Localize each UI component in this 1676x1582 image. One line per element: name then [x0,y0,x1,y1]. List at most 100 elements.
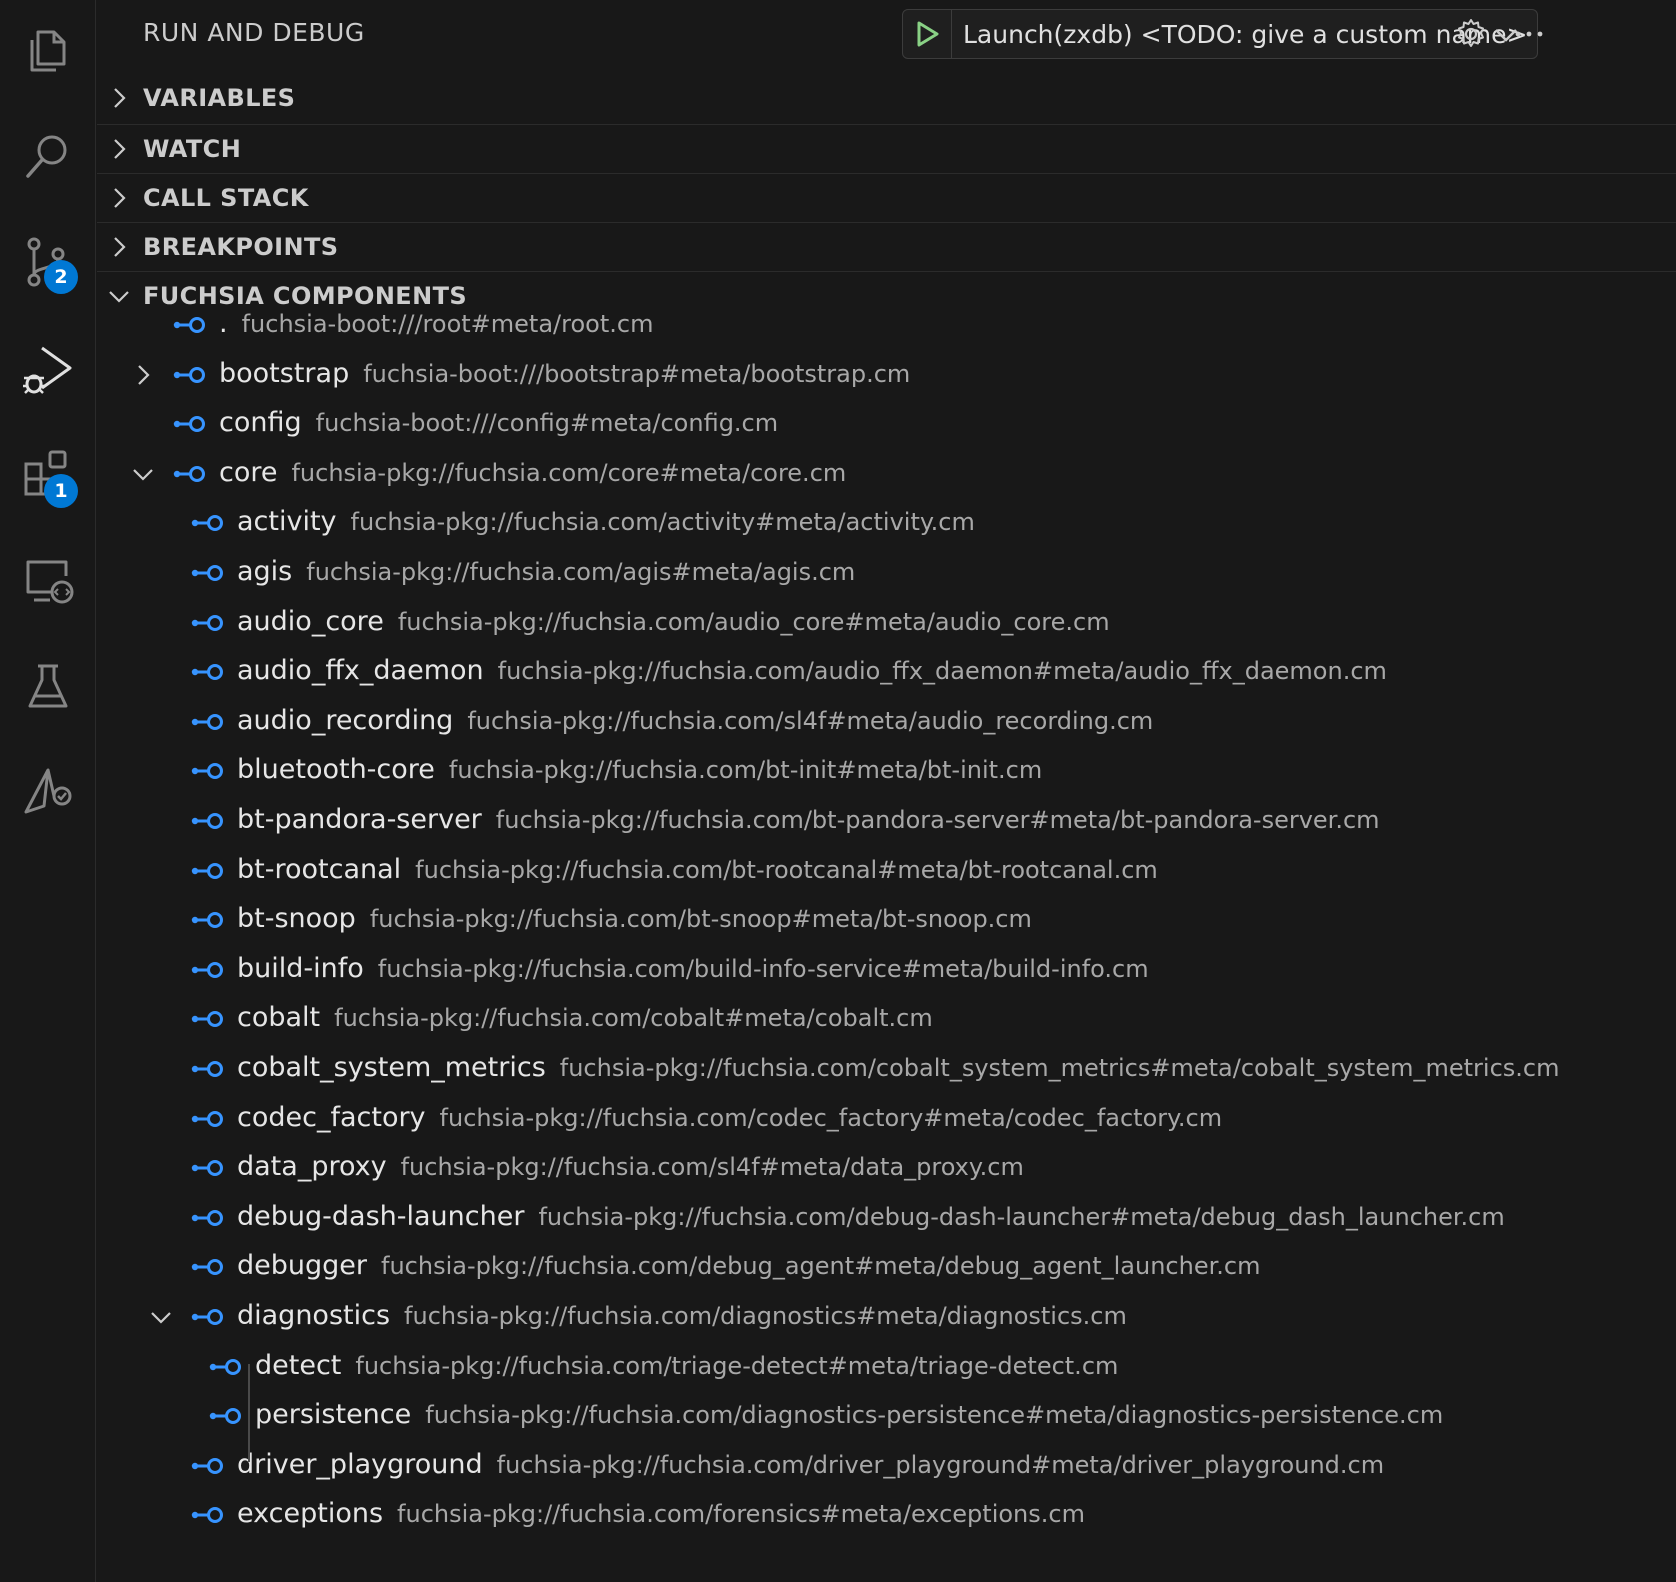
tree-item[interactable]: exceptions fuchsia-pkg://fuchsia.com/fore… [97,1492,1676,1538]
component-icon [191,1160,223,1177]
tree-item[interactable]: data_proxy fuchsia-pkg://fuchsia.com/sl4f… [97,1145,1676,1191]
tree-item[interactable]: cobalt fuchsia-pkg://fuchsia.com/cobalt#m… [97,996,1676,1042]
component-url: fuchsia-pkg://fuchsia.com/diagnostics-pe… [425,1401,1444,1430]
indent-guide [248,1364,250,1462]
component-url: fuchsia-pkg://fuchsia.com/bt-rootcanal#m… [415,855,1158,884]
component-url: fuchsia-pkg://fuchsia.com/debug_agent#me… [381,1252,1261,1281]
component-name: cobalt [237,1002,321,1034]
tree-item[interactable]: bt-pandora-server fuchsia-pkg://fuchsia.c… [97,798,1676,844]
section-watch[interactable]: WATCH [97,124,1676,172]
component-name: bt-rootcanal [237,853,402,885]
component-url: fuchsia-pkg://fuchsia.com/bt-snoop#meta/… [369,905,1032,934]
section-watch-title: WATCH [143,135,242,163]
activity-testing[interactable] [0,636,96,736]
ellipsis-icon [1515,31,1543,37]
activity-run-and-debug[interactable] [0,318,96,418]
component-icon [173,416,205,433]
fuchsia-icon [24,768,72,814]
tree-item[interactable]: bluetooth-core fuchsia-pkg://fuchsia.com/… [97,748,1676,794]
activity-search[interactable] [0,106,96,206]
tree-item[interactable]: detect fuchsia-pkg://fuchsia.com/triage-d… [97,1344,1676,1390]
component-url: fuchsia-pkg://fuchsia.com/triage-detect#… [355,1351,1119,1380]
component-url: fuchsia-pkg://fuchsia.com/diagnostics#me… [404,1302,1127,1330]
tree-item[interactable]: codec_factory fuchsia-pkg://fuchsia.com/c… [97,1096,1676,1142]
tree-item-text: audio_core fuchsia-pkg://fuchsia.com/audi… [237,606,1110,637]
component-name: bt-snoop [237,903,356,935]
tree-item[interactable]: bt-rootcanal fuchsia-pkg://fuchsia.com/bt… [97,848,1676,894]
tree-item[interactable]: debugger fuchsia-pkg://fuchsia.com/debug_… [97,1244,1676,1290]
start-debugging-button[interactable] [903,10,952,58]
component-icon [191,664,223,681]
launch-config-selector[interactable]: Launch(zxdb) <TODO: give a custom name> [902,9,1538,59]
tree-item[interactable]: . fuchsia-boot:///root#meta/root.cm [97,302,1676,348]
component-url: fuchsia-pkg://fuchsia.com/core#meta/core… [291,458,847,487]
tree-item[interactable]: build-info fuchsia-pkg://fuchsia.com/buil… [97,947,1676,993]
tree-item[interactable]: debug-dash-launcher fuchsia-pkg://fuchsia… [97,1195,1676,1241]
component-icon [191,912,223,929]
component-url: fuchsia-pkg://fuchsia.com/agis#meta/agis… [306,558,856,586]
play-icon [917,21,939,47]
component-icon [191,1011,223,1028]
component-url: fuchsia-pkg://fuchsia.com/sl4f#meta/audi… [467,706,1154,735]
tree-item[interactable]: activity fuchsia-pkg://fuchsia.com/activi… [97,500,1676,546]
launch-config-label[interactable]: Launch(zxdb) <TODO: give a custom name> [963,20,1527,49]
component-name: audio_recording [237,704,454,736]
component-icon [173,465,205,482]
files-icon [30,30,66,72]
component-name: exceptions [237,1498,384,1530]
activity-source-control[interactable]: 2 [0,212,96,312]
tree-item[interactable]: agis fuchsia-pkg://fuchsia.com/agis#meta/… [97,550,1676,596]
tree-item-text: bt-rootcanal fuchsia-pkg://fuchsia.com/bt… [237,854,1158,885]
chevron-down-icon[interactable] [131,462,155,486]
component-name: bluetooth-core [237,754,435,786]
tree-item-text: audio_ffx_daemon fuchsia-pkg://fuchsia.co… [237,655,1387,686]
tree-item[interactable]: bootstrap fuchsia-boot:///bootstrap#meta/… [97,352,1676,398]
tree-item[interactable]: audio_recording fuchsia-pkg://fuchsia.com… [97,699,1676,745]
section-breakpoints-title: BREAKPOINTS [143,233,339,261]
tree-item[interactable]: audio_ffx_daemon fuchsia-pkg://fuchsia.co… [97,649,1676,695]
component-url: fuchsia-pkg://fuchsia.com/audio_ffx_daem… [497,657,1387,686]
tree-item[interactable]: config fuchsia-boot:///config#meta/config… [97,401,1676,447]
chevron-down-icon[interactable] [149,1305,173,1329]
tree-item[interactable]: audio_core fuchsia-pkg://fuchsia.com/audi… [97,600,1676,646]
component-icon [173,317,205,333]
tree-item[interactable]: driver_playground fuchsia-pkg://fuchsia.c… [97,1443,1676,1489]
component-name: audio_core [237,605,384,637]
component-name: debug-dash-launcher [237,1200,525,1232]
extensions-badge: 1 [44,474,78,508]
component-icon [191,1259,223,1276]
component-icon [209,1408,241,1425]
section-breakpoints[interactable]: BREAKPOINTS [97,222,1676,270]
component-url: fuchsia-pkg://fuchsia.com/debug-dash-lau… [538,1202,1505,1231]
section-call-stack[interactable]: CALL STACK [97,173,1676,221]
activity-fuchsia[interactable] [0,742,96,842]
run-and-debug-sidebar: RUN AND DEBUG Launch(zxdb) <TODO: give a… [97,0,1676,1582]
sidebar-header: RUN AND DEBUG Launch(zxdb) <TODO: give a… [97,0,1676,68]
tree-item[interactable]: persistence fuchsia-pkg://fuchsia.com/dia… [97,1393,1676,1439]
component-url: fuchsia-pkg://fuchsia.com/activity#meta/… [350,508,975,537]
component-icon [191,713,223,730]
tree-item-text: driver_playground fuchsia-pkg://fuchsia.c… [237,1449,1384,1480]
activity-explorer[interactable] [0,0,96,100]
component-name: bt-pandora-server [237,804,482,835]
component-url: fuchsia-pkg://fuchsia.com/bt-pandora-ser… [495,806,1380,834]
component-url: fuchsia-pkg://fuchsia.com/driver_playgro… [496,1450,1385,1479]
tree-item[interactable]: cobalt_system_metrics fuchsia-pkg://fuchs… [97,1046,1676,1092]
activity-extensions[interactable]: 1 [0,424,96,524]
tree-item[interactable]: diagnostics fuchsia-pkg://fuchsia.com/dia… [97,1294,1676,1340]
chevron-right-icon[interactable] [131,363,155,387]
beaker-icon [28,664,68,708]
component-icon [191,1110,223,1127]
tree-item[interactable]: bt-snoop fuchsia-pkg://fuchsia.com/bt-sno… [97,897,1676,943]
more-actions-button[interactable] [1509,14,1549,54]
tree-item-text: core fuchsia-pkg://fuchsia.com/core#meta/… [219,457,846,488]
component-name: config [219,407,302,439]
section-variables[interactable]: VARIABLES [97,74,1676,122]
gear-icon [1458,19,1484,47]
tree-item-text: config fuchsia-boot:///config#meta/config… [219,407,778,438]
activity-remote-explorer[interactable] [0,530,96,630]
component-name: build-info [237,952,364,984]
tree-item[interactable]: core fuchsia-pkg://fuchsia.com/core#meta/… [97,451,1676,497]
component-icon [191,862,223,879]
open-launch-json-button[interactable] [1451,14,1491,54]
